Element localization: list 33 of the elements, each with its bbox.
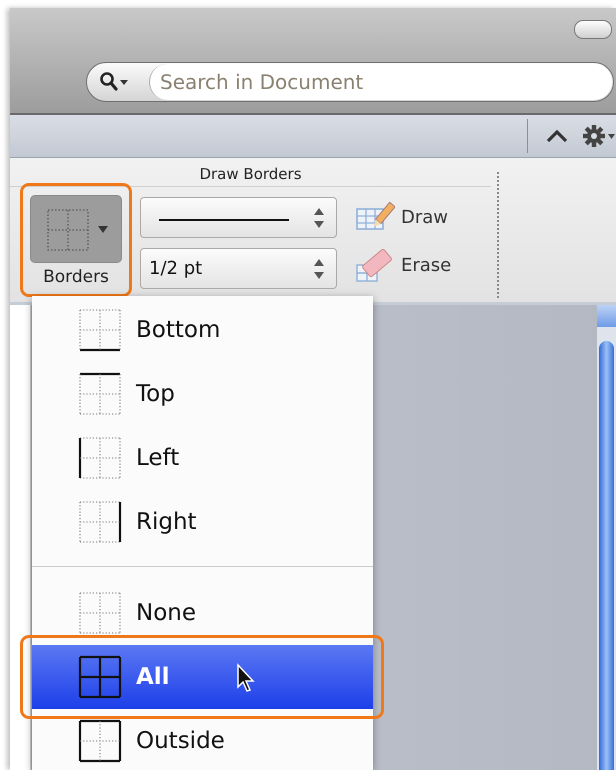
border-none-icon [78, 591, 122, 635]
line-weight-dropdown[interactable]: 1/2 pt [140, 248, 337, 289]
search-icon [99, 71, 129, 93]
border-all-icon [78, 655, 122, 699]
collapse-caret-icon[interactable] [546, 129, 568, 143]
menu-item[interactable]: Right [32, 490, 373, 554]
scrollbar-drawing[interactable] [597, 305, 616, 770]
erase-button[interactable]: Erase [355, 247, 452, 283]
menu-item[interactable]: Left [32, 426, 373, 490]
menu-item[interactable]: Outside [32, 709, 373, 770]
search-field[interactable]: Search in Document [149, 64, 612, 100]
borders-label: Borders [43, 267, 109, 287]
pointer-icon [236, 663, 256, 693]
gear-icon[interactable] [582, 123, 616, 149]
border-bottom-icon [78, 308, 122, 352]
draw-button[interactable]: Draw [355, 201, 452, 233]
menu-item[interactable]: None [32, 581, 373, 645]
border-outside-icon [78, 719, 122, 763]
border-top-icon [78, 372, 122, 416]
table-pencil-icon [355, 201, 395, 233]
line-style-dropdown[interactable] [140, 197, 337, 238]
stepper-arrows-icon[interactable] [312, 206, 326, 230]
border-left-icon [78, 436, 122, 480]
menu-item[interactable]: Top [32, 362, 373, 426]
menu-item[interactable]: Bottom [32, 298, 373, 362]
border-right-icon [78, 500, 122, 544]
stepper-arrows-icon[interactable] [312, 256, 326, 280]
group-title: Draw Borders [10, 164, 491, 187]
eraser-icon [355, 247, 395, 283]
toolbar-toggle-button[interactable] [574, 20, 612, 39]
line-sample-icon [159, 217, 289, 223]
borders-button[interactable] [30, 195, 122, 263]
menu-item[interactable]: All [32, 645, 373, 709]
